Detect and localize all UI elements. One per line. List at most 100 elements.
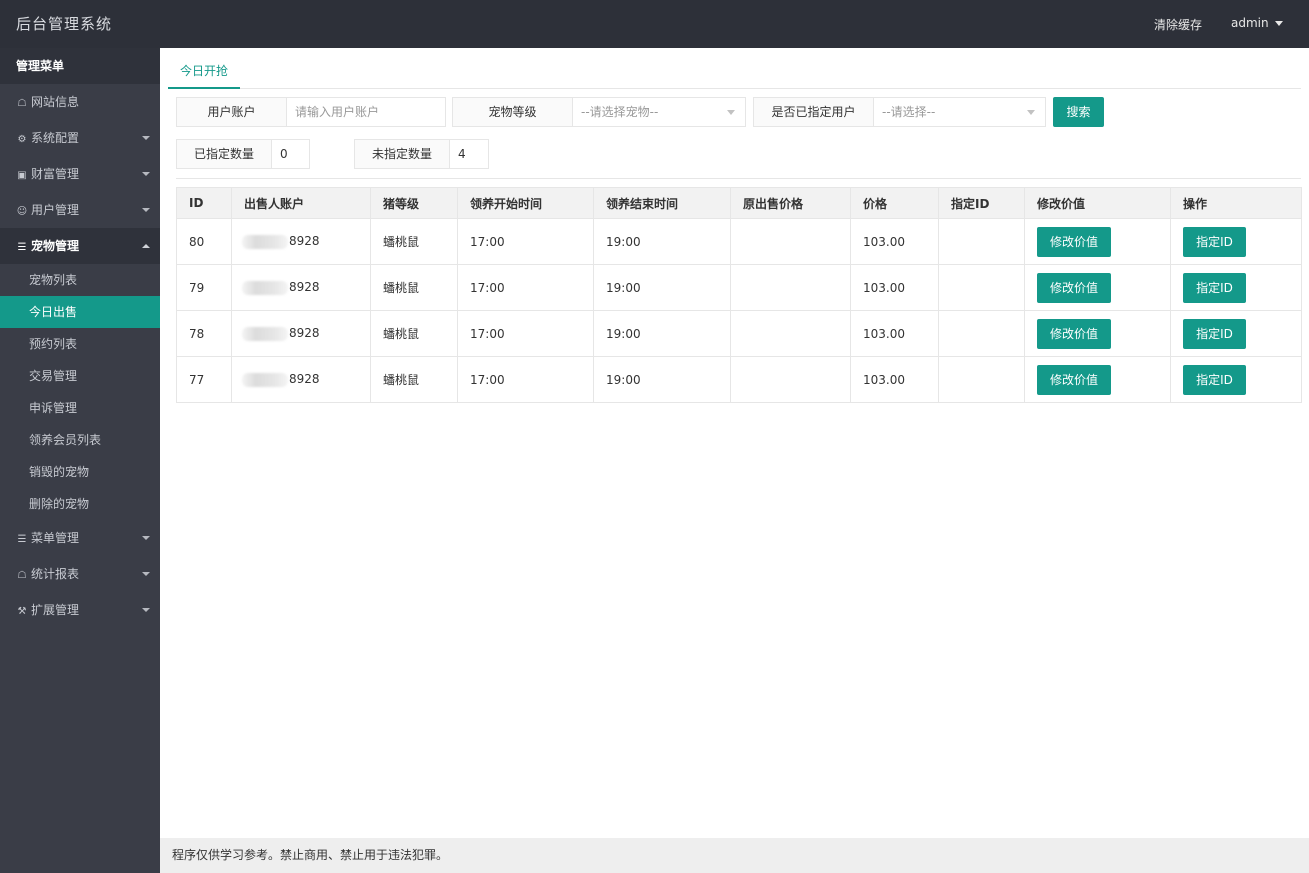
sidebar-menu-title: 管理菜单 [0, 48, 160, 84]
cell-assigned-id [938, 218, 1025, 265]
cell-action: 指定ID [1170, 310, 1302, 357]
search-button[interactable]: 搜索 [1053, 97, 1104, 127]
edit-value-button[interactable]: 修改价值 [1037, 318, 1111, 349]
tab-bar: 今日开抢 [168, 48, 1301, 89]
sidebar-subitem-deleted-pets[interactable]: 删除的宠物 [0, 488, 160, 520]
pet-level-filter: 宠物等级 --请选择宠物-- [452, 97, 746, 127]
clear-cache-link[interactable]: 清除缓存 [1154, 16, 1202, 33]
sidebar-item-menus[interactable]: ☰ 菜单管理 [0, 520, 160, 556]
sidebar-item-extensions[interactable]: ⚒ 扩展管理 [0, 592, 160, 628]
sidebar-subitem-destroyed-pets[interactable]: 销毁的宠物 [0, 456, 160, 488]
cell-level: 蟠桃鼠 [370, 218, 458, 265]
sidebar-item-wealth[interactable]: ▣ 财富管理 [0, 156, 160, 192]
sidebar-item-users[interactable]: ☺ 用户管理 [0, 192, 160, 228]
redacted-account [242, 372, 288, 387]
account-suffix: 8928 [289, 280, 320, 295]
assign-id-button[interactable]: 指定ID [1183, 272, 1246, 303]
sidebar-item-label: 系统配置 [31, 131, 80, 145]
cell-start: 17:00 [457, 264, 594, 311]
edit-value-button[interactable]: 修改价值 [1037, 364, 1111, 395]
sidebar-item-pets[interactable]: ☰ 宠物管理 [0, 228, 160, 264]
cell-account: 8928 [231, 264, 371, 311]
cell-price: 103.00 [850, 264, 939, 311]
cell-start: 17:00 [457, 218, 594, 265]
col-start-time: 领养开始时间 [457, 187, 594, 219]
chevron-down-icon [142, 172, 150, 176]
assigned-count: 已指定数量 0 [176, 139, 310, 169]
sidebar-item-system-config[interactable]: ⚙ 系统配置 [0, 120, 160, 156]
sidebar-item-label: 统计报表 [31, 567, 80, 581]
chevron-down-icon [142, 536, 150, 540]
cell-edit: 修改价值 [1024, 310, 1171, 357]
table-row: 80 8928 蟠桃鼠 17:00 19:00 103.00 修改价值 指定ID [176, 218, 1302, 265]
cell-price: 103.00 [850, 218, 939, 265]
cell-start: 17:00 [457, 356, 594, 403]
home-icon: ☖ [17, 570, 27, 581]
sidebar-item-label: 网站信息 [31, 95, 80, 109]
unassigned-count-label: 未指定数量 [355, 140, 450, 168]
cell-account: 8928 [231, 218, 371, 265]
cell-end: 19:00 [593, 264, 731, 311]
sidebar-item-reports[interactable]: ☖ 统计报表 [0, 556, 160, 592]
unassigned-count-value: 4 [458, 147, 466, 161]
cell-price: 103.00 [850, 356, 939, 403]
col-end-time: 领养结束时间 [593, 187, 731, 219]
cell-action: 指定ID [1170, 218, 1302, 265]
col-actions: 操作 [1170, 187, 1302, 219]
sidebar-subitem-trades[interactable]: 交易管理 [0, 360, 160, 392]
cell-edit: 修改价值 [1024, 356, 1171, 403]
app-title: 后台管理系统 [16, 15, 113, 33]
assign-id-button[interactable]: 指定ID [1183, 318, 1246, 349]
table-header-row: ID 出售人账户 猪等级 领养开始时间 领养结束时间 原出售价格 价格 指定ID… [176, 187, 1302, 219]
cell-action: 指定ID [1170, 356, 1302, 403]
table-row: 77 8928 蟠桃鼠 17:00 19:00 103.00 修改价值 指定ID [176, 356, 1302, 403]
list-icon: ☰ [17, 242, 27, 253]
cell-end: 19:00 [593, 356, 731, 403]
sidebar-item-label: 用户管理 [31, 203, 80, 217]
sidebar-item-site-info[interactable]: ☖ 网站信息 [0, 84, 160, 120]
redacted-account [242, 280, 288, 295]
assigned-filter: 是否已指定用户 --请选择-- [753, 97, 1046, 127]
col-seller-account: 出售人账户 [231, 187, 371, 219]
edit-value-button[interactable]: 修改价值 [1037, 226, 1111, 257]
assigned-count-label: 已指定数量 [177, 140, 272, 168]
account-input[interactable] [287, 98, 445, 126]
cell-assigned-id [938, 264, 1025, 311]
sidebar-item-label: 扩展管理 [31, 603, 80, 617]
pet-level-select[interactable]: --请选择宠物-- [573, 98, 745, 126]
chevron-down-icon [142, 136, 150, 140]
sidebar-subitem-appeals[interactable]: 申诉管理 [0, 392, 160, 424]
sidebar-subitem-adopt-members[interactable]: 领养会员列表 [0, 424, 160, 456]
chevron-down-icon [1027, 110, 1035, 115]
cell-id: 78 [176, 310, 232, 357]
account-suffix: 8928 [289, 326, 320, 341]
chevron-down-icon [142, 572, 150, 576]
cell-edit: 修改价值 [1024, 264, 1171, 311]
sidebar-subitem-reservations[interactable]: 预约列表 [0, 328, 160, 360]
pet-level-label: 宠物等级 [453, 98, 573, 126]
redacted-account [242, 326, 288, 341]
chevron-down-icon [142, 208, 150, 212]
cell-id: 77 [176, 356, 232, 403]
assigned-select[interactable]: --请选择-- [874, 98, 1045, 126]
sidebar-subitem-pet-list[interactable]: 宠物列表 [0, 264, 160, 296]
cell-orig-price [730, 310, 851, 357]
cell-id: 80 [176, 218, 232, 265]
tab-today-rush[interactable]: 今日开抢 [168, 48, 241, 89]
assign-id-button[interactable]: 指定ID [1183, 364, 1246, 395]
sidebar: 管理菜单 ☖ 网站信息 ⚙ 系统配置 ▣ 财富管理 ☺ 用户管理 ☰ 宠物管理 宠物列表 … [0, 48, 160, 873]
edit-value-button[interactable]: 修改价值 [1037, 272, 1111, 303]
col-edit-value: 修改价值 [1024, 187, 1171, 219]
cell-orig-price [730, 356, 851, 403]
user-menu[interactable]: admin [1231, 16, 1283, 30]
sidebar-item-label: 菜单管理 [31, 531, 80, 545]
cell-action: 指定ID [1170, 264, 1302, 311]
chevron-up-icon [142, 244, 150, 248]
account-filter: 用户账户 [176, 97, 446, 127]
col-price: 价格 [850, 187, 939, 219]
cell-end: 19:00 [593, 218, 731, 265]
cell-level: 蟠桃鼠 [370, 356, 458, 403]
sidebar-subitem-today-sale[interactable]: 今日出售 [0, 296, 160, 328]
home-icon: ☖ [17, 98, 27, 109]
assign-id-button[interactable]: 指定ID [1183, 226, 1246, 257]
